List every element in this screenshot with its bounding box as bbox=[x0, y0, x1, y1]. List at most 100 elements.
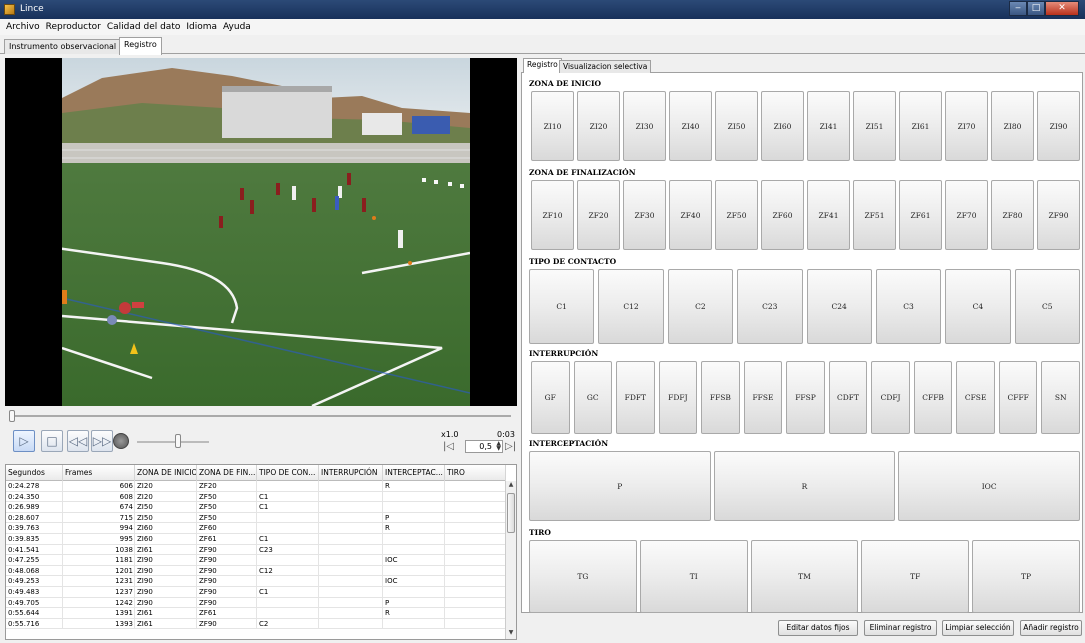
category-button-zi80[interactable]: ZI80 bbox=[991, 91, 1034, 161]
category-button-c1[interactable]: C1 bbox=[529, 269, 595, 344]
table-row[interactable]: 0:55.644 1391 ZI61 ZF61 R bbox=[6, 608, 506, 619]
table-row[interactable]: 0:24.350 608 ZI20 ZF50 C1 bbox=[6, 491, 506, 503]
seek-thumb[interactable] bbox=[9, 410, 15, 422]
category-button-zf20[interactable]: ZF20 bbox=[577, 180, 620, 250]
delete-record-button[interactable]: Eliminar registro bbox=[864, 620, 937, 636]
category-button-c24[interactable]: C24 bbox=[806, 269, 872, 344]
category-button-cdfj[interactable]: CDFJ bbox=[871, 361, 910, 434]
category-button-fdft[interactable]: FDFT bbox=[616, 361, 655, 434]
col-frames[interactable]: Frames bbox=[63, 465, 135, 481]
scroll-up-icon[interactable]: ▲ bbox=[506, 481, 516, 491]
seek-slider[interactable] bbox=[9, 410, 515, 422]
volume-track[interactable] bbox=[137, 441, 209, 443]
category-button-zf40[interactable]: ZF40 bbox=[669, 180, 712, 250]
category-button-zf50[interactable]: ZF50 bbox=[715, 180, 758, 250]
rewind-button[interactable]: ◁◁ bbox=[67, 430, 89, 452]
category-button-cfse[interactable]: CFSE bbox=[956, 361, 995, 434]
table-row[interactable]: 0:49.483 1237 ZI90 ZF90 C1 bbox=[6, 587, 506, 598]
category-button-zi20[interactable]: ZI20 bbox=[577, 91, 620, 161]
col-tiro[interactable]: TIRO bbox=[445, 465, 506, 481]
col-zona-inicio[interactable]: ZONA DE INICIO bbox=[135, 465, 197, 481]
spin-arrows-icon[interactable]: ▲ ▼ bbox=[496, 441, 501, 452]
col-zona-fin[interactable]: ZONA DE FIN... bbox=[197, 465, 257, 481]
category-button-c12[interactable]: C12 bbox=[598, 269, 664, 344]
category-button-zi60[interactable]: ZI60 bbox=[761, 91, 804, 161]
table-row[interactable]: 0:28.607 715 ZI50 ZF50 P bbox=[6, 512, 506, 524]
category-button-cdft[interactable]: CDFT bbox=[828, 361, 868, 434]
skip-back-icon[interactable]: |◁ bbox=[443, 441, 454, 452]
category-button-zi41[interactable]: ZI41 bbox=[807, 91, 850, 161]
volume-icon[interactable] bbox=[113, 433, 129, 449]
tab-visualizacion-selectiva[interactable]: Visualizacion selectiva bbox=[559, 60, 652, 73]
category-button-cffb[interactable]: CFFB bbox=[913, 361, 953, 434]
category-button-zf90[interactable]: ZF90 bbox=[1037, 180, 1080, 250]
clear-selection-button[interactable]: Limpiar selección bbox=[942, 620, 1014, 636]
menu-reproductor[interactable]: Reproductor bbox=[43, 22, 104, 32]
table-row[interactable]: 0:48.068 1201 ZI90 ZF90 C12 bbox=[6, 565, 506, 577]
category-button-tp[interactable]: TP bbox=[972, 540, 1080, 613]
category-button-sn[interactable]: SN bbox=[1041, 361, 1080, 434]
category-button-zf41[interactable]: ZF41 bbox=[807, 180, 850, 250]
video-frame[interactable] bbox=[62, 58, 470, 406]
category-button-ioc[interactable]: IOC bbox=[898, 451, 1080, 521]
menu-calidad-dato[interactable]: Calidad del dato bbox=[104, 22, 183, 32]
menu-idioma[interactable]: Idioma bbox=[183, 22, 220, 32]
category-button-c2[interactable]: C2 bbox=[667, 269, 734, 344]
category-button-c4[interactable]: C4 bbox=[945, 269, 1011, 344]
col-interrupcion[interactable]: INTERRUPCIÓN bbox=[319, 465, 383, 481]
category-button-p[interactable]: P bbox=[529, 451, 711, 521]
category-button-zi51[interactable]: ZI51 bbox=[853, 91, 896, 161]
table-row[interactable]: 0:39.835 995 ZI60 ZF61 C1 bbox=[6, 534, 506, 545]
category-button-zf10[interactable]: ZF10 bbox=[531, 180, 574, 250]
add-record-button[interactable]: Añadir registro bbox=[1020, 620, 1082, 636]
category-button-c3[interactable]: C3 bbox=[875, 269, 942, 344]
menu-ayuda[interactable]: Ayuda bbox=[220, 22, 254, 32]
category-button-tf[interactable]: TF bbox=[861, 540, 970, 613]
category-button-ffse[interactable]: FFSE bbox=[743, 361, 783, 434]
category-button-zi90[interactable]: ZI90 bbox=[1037, 91, 1080, 161]
category-button-c5[interactable]: C5 bbox=[1014, 269, 1080, 344]
stop-button[interactable]: □ bbox=[41, 430, 63, 452]
category-button-tm[interactable]: TM bbox=[750, 540, 859, 613]
category-button-gc[interactable]: GC bbox=[573, 361, 613, 434]
category-button-zf80[interactable]: ZF80 bbox=[991, 180, 1034, 250]
volume-thumb[interactable] bbox=[175, 434, 181, 448]
step-spinbox[interactable]: 0,5 ▲ ▼ bbox=[465, 440, 503, 453]
tab-instrumento[interactable]: Instrumento observacional bbox=[4, 39, 122, 54]
play-button[interactable]: ▷ bbox=[13, 430, 35, 452]
table-row[interactable]: 0:24.278 606 ZI20 ZF20 R bbox=[6, 481, 506, 492]
table-row[interactable]: 0:47.255 1181 ZI90 ZF90 IOC bbox=[6, 555, 506, 566]
category-button-zi30[interactable]: ZI30 bbox=[623, 91, 666, 161]
col-segundos[interactable]: Segundos bbox=[6, 465, 63, 481]
category-button-cfff[interactable]: CFFF bbox=[998, 361, 1038, 434]
tab-registro[interactable]: Registro bbox=[119, 37, 162, 55]
category-button-zi70[interactable]: ZI70 bbox=[945, 91, 988, 161]
category-button-zf70[interactable]: ZF70 bbox=[945, 180, 988, 250]
scroll-down-icon[interactable]: ▼ bbox=[506, 629, 516, 639]
table-row[interactable]: 0:55.716 1393 ZI61 ZF90 C2 bbox=[6, 618, 506, 630]
maximize-button[interactable]: □ bbox=[1027, 1, 1045, 16]
table-row[interactable]: 0:49.705 1242 ZI90 ZF90 P bbox=[6, 597, 506, 609]
tab-registro-inner[interactable]: Registro bbox=[523, 58, 562, 74]
edit-fixed-data-button[interactable]: Editar datos fijos bbox=[778, 620, 858, 636]
category-button-zi50[interactable]: ZI50 bbox=[715, 91, 758, 161]
category-button-zi61[interactable]: ZI61 bbox=[899, 91, 942, 161]
col-interceptacion[interactable]: INTERCEPTAC... bbox=[383, 465, 445, 481]
category-button-zf51[interactable]: ZF51 bbox=[853, 180, 896, 250]
table-scrollbar[interactable]: ▲ ▼ bbox=[505, 481, 516, 639]
category-button-zf30[interactable]: ZF30 bbox=[623, 180, 666, 250]
table-row[interactable]: 0:26.989 674 ZI50 ZF50 C1 bbox=[6, 502, 506, 513]
category-button-r[interactable]: R bbox=[713, 451, 896, 521]
minimize-button[interactable]: ‒ bbox=[1009, 1, 1027, 16]
category-button-c23[interactable]: C23 bbox=[737, 269, 803, 344]
category-button-gf[interactable]: GF bbox=[531, 361, 570, 434]
category-button-ffsp[interactable]: FFSP bbox=[786, 361, 825, 434]
skip-forward-icon[interactable]: ▷| bbox=[505, 441, 516, 452]
category-button-ffsb[interactable]: FFSB bbox=[701, 361, 740, 434]
menu-archivo[interactable]: Archivo bbox=[3, 22, 43, 32]
table-row[interactable]: 0:49.253 1231 ZI90 ZF90 IOC bbox=[6, 576, 506, 587]
table-row[interactable]: 0:39.763 994 ZI60 ZF60 R bbox=[6, 523, 506, 534]
table-row[interactable]: 0:41.541 1038 ZI61 ZF90 C23 bbox=[6, 544, 506, 556]
category-button-fdfj[interactable]: FDFJ bbox=[658, 361, 698, 434]
col-tipo-contacto[interactable]: TIPO DE CON... bbox=[257, 465, 319, 481]
